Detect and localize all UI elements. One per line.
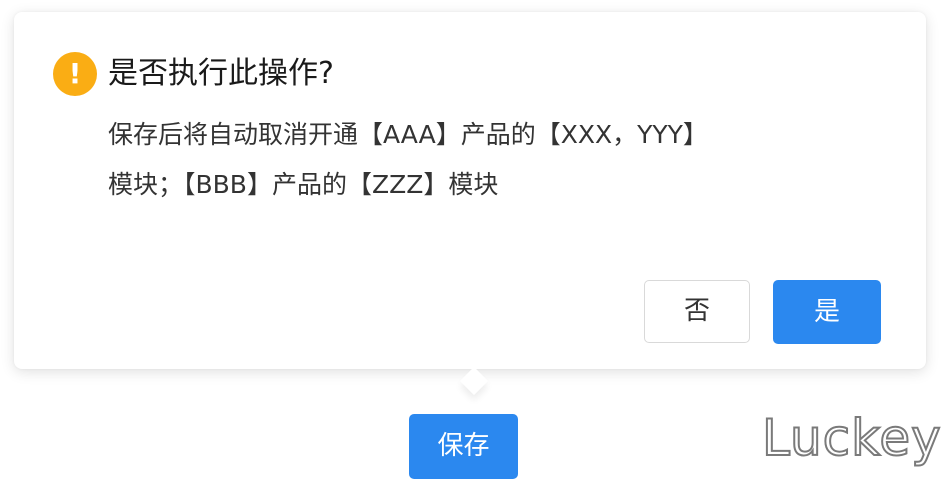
yes-button[interactable]: 是 [773,280,881,344]
confirm-message: 保存后将自动取消开通【AAA】产品的【XXX，YYY】 模块；【BBB】产品的【… [108,110,848,210]
exclamation-icon: ! [53,52,97,96]
watermark-text: Luckey [761,408,942,468]
confirm-message-line-2: 模块；【BBB】产品的【ZZZ】模块 [108,170,499,199]
confirm-title: 是否执行此操作? [108,56,334,91]
confirm-message-line-1: 保存后将自动取消开通【AAA】产品的【XXX，YYY】 [108,120,708,149]
no-button[interactable]: 否 [644,280,750,343]
confirm-popover: ! 是否执行此操作? 保存后将自动取消开通【AAA】产品的【XXX，YYY】 模… [14,12,926,396]
save-button[interactable]: 保存 [409,414,518,479]
popover-arrow [459,366,489,396]
